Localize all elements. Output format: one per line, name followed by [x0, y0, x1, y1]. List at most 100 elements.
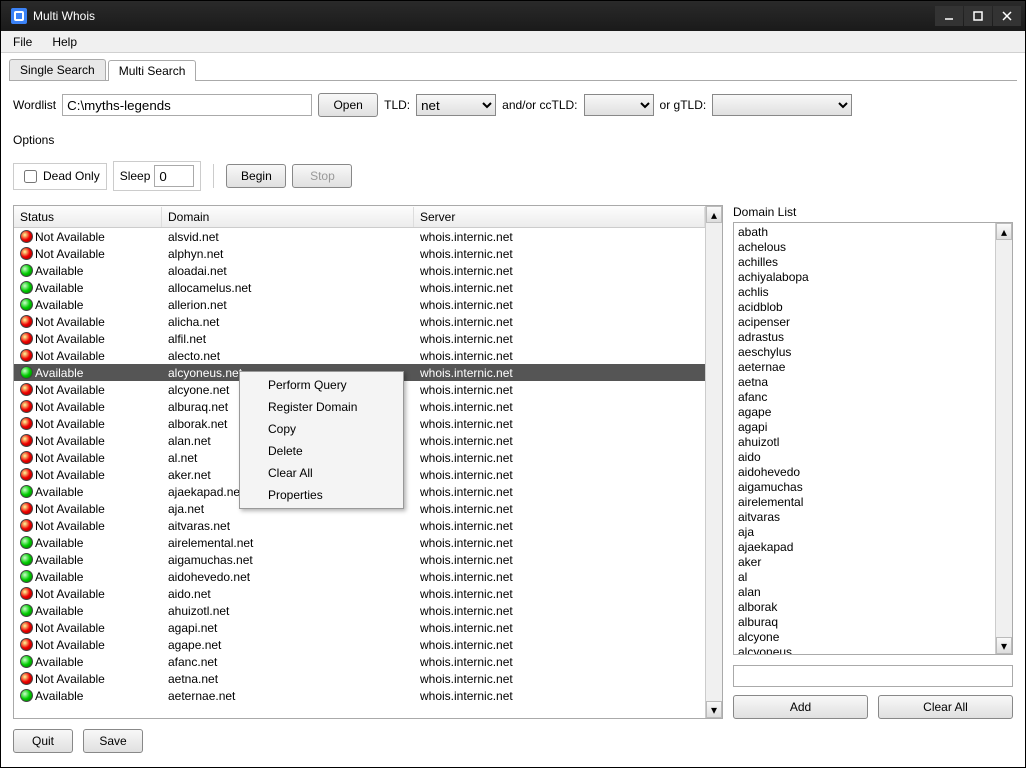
- status-orb-icon: [20, 553, 33, 566]
- status-orb-icon: [20, 247, 33, 260]
- ctx-clear-all[interactable]: Clear All: [242, 462, 401, 484]
- list-item[interactable]: aeschylus: [738, 345, 991, 360]
- list-item[interactable]: achiyalabopa: [738, 270, 991, 285]
- tab-multi-search[interactable]: Multi Search: [108, 60, 197, 81]
- list-item[interactable]: achelous: [738, 240, 991, 255]
- scroll-down-icon[interactable]: ▾: [996, 637, 1012, 654]
- list-item[interactable]: agapi: [738, 420, 991, 435]
- col-status[interactable]: Status: [14, 207, 162, 227]
- list-item[interactable]: alburaq: [738, 615, 991, 630]
- menu-file[interactable]: File: [7, 33, 38, 51]
- domain-cell: agape.net: [162, 638, 414, 652]
- list-item[interactable]: alcyoneus: [738, 645, 991, 654]
- domain-cell: aloadai.net: [162, 264, 414, 278]
- col-domain[interactable]: Domain: [162, 207, 414, 227]
- results-table: Status Domain Server Not Availablealsvid…: [13, 205, 723, 719]
- scroll-up-icon[interactable]: ▴: [996, 223, 1012, 240]
- table-row[interactable]: Not Availableagapi.netwhois.internic.net: [14, 619, 705, 636]
- minimize-button[interactable]: [935, 6, 963, 26]
- ctx-copy[interactable]: Copy: [242, 418, 401, 440]
- list-item[interactable]: acidblob: [738, 300, 991, 315]
- table-row[interactable]: Not Availableaetna.netwhois.internic.net: [14, 670, 705, 687]
- domain-cell: agapi.net: [162, 621, 414, 635]
- list-item[interactable]: aidohevedo: [738, 465, 991, 480]
- table-row[interactable]: Availableallerion.netwhois.internic.net: [14, 296, 705, 313]
- list-item[interactable]: aitvaras: [738, 510, 991, 525]
- list-item[interactable]: al: [738, 570, 991, 585]
- table-row[interactable]: Availableallocamelus.netwhois.internic.n…: [14, 279, 705, 296]
- tld-select[interactable]: net: [416, 94, 496, 116]
- sleep-input[interactable]: [154, 165, 194, 187]
- cctld-label: and/or ccTLD:: [502, 98, 577, 112]
- table-row[interactable]: Not Availableaido.netwhois.internic.net: [14, 585, 705, 602]
- table-row[interactable]: Availableafanc.netwhois.internic.net: [14, 653, 705, 670]
- list-item[interactable]: ahuizotl: [738, 435, 991, 450]
- list-item[interactable]: airelemental: [738, 495, 991, 510]
- results-scrollbar[interactable]: ▴ ▾: [705, 206, 722, 718]
- list-item[interactable]: agape: [738, 405, 991, 420]
- list-item[interactable]: aker: [738, 555, 991, 570]
- close-button[interactable]: [993, 6, 1021, 26]
- table-row[interactable]: Not Availablealfil.netwhois.internic.net: [14, 330, 705, 347]
- list-item[interactable]: aigamuchas: [738, 480, 991, 495]
- table-row[interactable]: Not Availablealsvid.netwhois.internic.ne…: [14, 228, 705, 245]
- list-item[interactable]: alcyone: [738, 630, 991, 645]
- server-cell: whois.internic.net: [414, 366, 705, 380]
- ctx-delete[interactable]: Delete: [242, 440, 401, 462]
- table-row[interactable]: Availableahuizotl.netwhois.internic.net: [14, 602, 705, 619]
- list-item[interactable]: alborak: [738, 600, 991, 615]
- wordlist-input[interactable]: [62, 94, 312, 116]
- cctld-select[interactable]: [584, 94, 654, 116]
- ctx-register-domain[interactable]: Register Domain: [242, 396, 401, 418]
- server-cell: whois.internic.net: [414, 536, 705, 550]
- table-row[interactable]: Not Availablealicha.netwhois.internic.ne…: [14, 313, 705, 330]
- add-button[interactable]: Add: [733, 695, 868, 719]
- ctx-properties[interactable]: Properties: [242, 484, 401, 506]
- status-text: Not Available: [35, 315, 105, 329]
- stop-button[interactable]: Stop: [292, 164, 352, 188]
- scroll-down-icon[interactable]: ▾: [706, 701, 722, 718]
- list-item[interactable]: ajaekapad: [738, 540, 991, 555]
- clear-all-button[interactable]: Clear All: [878, 695, 1013, 719]
- open-button[interactable]: Open: [318, 93, 378, 117]
- gtld-select[interactable]: [712, 94, 852, 116]
- dead-only-checkbox[interactable]: Dead Only: [13, 163, 107, 190]
- list-item[interactable]: aetna: [738, 375, 991, 390]
- table-row[interactable]: Not Availablealphyn.netwhois.internic.ne…: [14, 245, 705, 262]
- status-text: Not Available: [35, 230, 105, 244]
- quit-button[interactable]: Quit: [13, 729, 73, 753]
- status-orb-icon: [20, 621, 33, 634]
- list-item[interactable]: aido: [738, 450, 991, 465]
- menu-help[interactable]: Help: [46, 33, 83, 51]
- domain-cell: aidohevedo.net: [162, 570, 414, 584]
- list-item[interactable]: afanc: [738, 390, 991, 405]
- table-row[interactable]: Availablealoadai.netwhois.internic.net: [14, 262, 705, 279]
- list-item[interactable]: achlis: [738, 285, 991, 300]
- table-row[interactable]: Availableaeternae.netwhois.internic.net: [14, 687, 705, 704]
- domain-add-input[interactable]: [733, 665, 1013, 687]
- list-item[interactable]: adrastus: [738, 330, 991, 345]
- status-text: Not Available: [35, 638, 105, 652]
- begin-button[interactable]: Begin: [226, 164, 286, 188]
- table-row[interactable]: Availableaigamuchas.netwhois.internic.ne…: [14, 551, 705, 568]
- maximize-button[interactable]: [964, 6, 992, 26]
- domain-list-label: Domain List: [733, 205, 1013, 219]
- table-row[interactable]: Not Availablealecto.netwhois.internic.ne…: [14, 347, 705, 364]
- list-item[interactable]: acipenser: [738, 315, 991, 330]
- table-row[interactable]: Not Availableagape.netwhois.internic.net: [14, 636, 705, 653]
- tab-single-search[interactable]: Single Search: [9, 59, 106, 80]
- scroll-up-icon[interactable]: ▴: [706, 206, 722, 223]
- table-row[interactable]: Not Availableaitvaras.netwhois.internic.…: [14, 517, 705, 534]
- list-item[interactable]: abath: [738, 225, 991, 240]
- table-row[interactable]: Availableairelemental.netwhois.internic.…: [14, 534, 705, 551]
- server-cell: whois.internic.net: [414, 570, 705, 584]
- list-item[interactable]: aja: [738, 525, 991, 540]
- list-item[interactable]: aeternae: [738, 360, 991, 375]
- domainlist-scrollbar[interactable]: ▴ ▾: [995, 223, 1012, 654]
- list-item[interactable]: alan: [738, 585, 991, 600]
- list-item[interactable]: achilles: [738, 255, 991, 270]
- table-row[interactable]: Availableaidohevedo.netwhois.internic.ne…: [14, 568, 705, 585]
- col-server[interactable]: Server: [414, 207, 705, 227]
- ctx-perform-query[interactable]: Perform Query: [242, 374, 401, 396]
- save-button[interactable]: Save: [83, 729, 143, 753]
